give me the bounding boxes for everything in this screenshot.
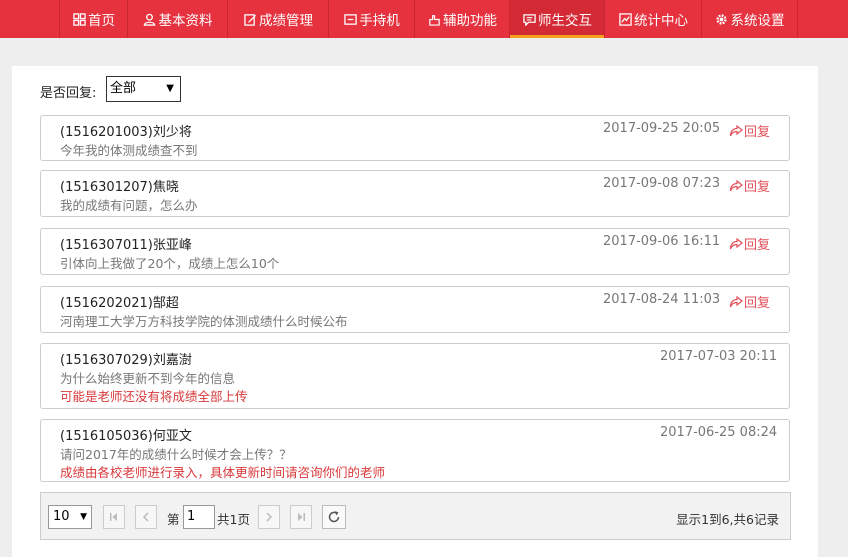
message-question: 今年我的体测成绩查不到 [60,143,198,158]
message-answer: 成绩由各校老师进行录入，具体更新时间请咨询你们的老师 [60,465,386,480]
reply-button[interactable]: 回复 [729,121,770,140]
prev-page-button[interactable] [135,505,157,529]
gear-icon [715,12,729,26]
message-item: (1516105036)何亚文 2017-06-25 08:24 请问2017年… [40,419,790,482]
caret-down-icon: ▼ [166,83,174,94]
reply-label: 回复 [744,238,771,253]
nav-item-label: 系统设置 [730,13,785,29]
reply-button[interactable]: 回复 [729,292,770,311]
nav-item-label: 手持机 [359,13,400,29]
chevron-left-icon [142,512,149,522]
edit-icon [243,12,257,26]
message-time: 2017-09-25 20:05 [603,121,721,136]
device-icon [343,12,357,26]
nav-item-handheld[interactable]: 手持机 [328,0,414,38]
message-student: (1516301207)焦晓 [60,180,179,195]
message-time: 2017-07-03 20:11 [660,349,778,364]
nav-item-label: 首页 [88,13,115,29]
message-student: (1516307029)刘嘉澍 [60,353,192,368]
chevron-right-icon [266,512,273,522]
page-size-select[interactable]: 10 ▼ [48,505,92,529]
nav-item-grades[interactable]: 成绩管理 [227,0,328,38]
nav-item-label: 辅助功能 [443,13,497,29]
reply-label: 回复 [744,180,771,195]
nav-item-label: 成绩管理 [259,13,313,29]
nav-item-home[interactable]: 首页 [59,0,127,38]
nav-item-settings[interactable]: 系统设置 [701,0,798,38]
message-student: (1516105036)何亚文 [60,429,192,444]
refresh-button[interactable] [322,505,346,529]
reply-label: 回复 [744,296,771,311]
user-icon [143,12,157,26]
caret-down-icon: ▼ [80,512,87,522]
first-page-button[interactable] [103,505,125,529]
message-student: (1516202021)郜超 [60,296,179,311]
message-time: 2017-09-08 07:23 [603,176,721,191]
first-page-icon [110,513,117,521]
reply-button[interactable]: 回复 [729,176,770,195]
message-question: 请问2017年的成绩什么时候才会上传？？ [60,447,292,462]
nav-item-basic-info[interactable]: 基本资料 [127,0,227,38]
reply-filter-value: 全部 [110,81,137,96]
message-answer: 可能是老师还没有将成绩全部上传 [60,389,248,404]
message-item: (1516202021)郜超 2017-08-24 11:03 河南理工大学万方… [40,286,790,333]
reply-arrow-icon [729,124,743,136]
nav-item-label: 统计中心 [634,13,688,29]
current-page-input[interactable]: 1 [183,505,215,529]
nav-item-label: 师生交互 [538,13,592,29]
reply-filter-label: 是否回复: [40,86,97,101]
page-size-value: 10 [53,509,70,524]
reply-button[interactable]: 回复 [729,234,770,253]
message-student: (1516307011)张亚峰 [60,238,192,253]
reply-arrow-icon [729,179,743,191]
nav-item-label: 基本资料 [158,13,213,29]
message-time: 2017-08-24 11:03 [603,292,721,307]
message-item: (1516307011)张亚峰 2017-09-06 16:11 引体向上我做了… [40,228,790,275]
refresh-icon [328,511,340,523]
top-navbar: 首页 基本资料 成绩管理 手持机 辅助功能 师生交互 统计中心 系统设置 [0,0,848,38]
message-question: 河南理工大学万方科技学院的体测成绩什么时候公布 [60,314,348,329]
page-prefix-label: 第 [167,512,180,527]
last-page-button[interactable] [290,505,312,529]
records-summary: 显示1到6,共6记录 [676,512,779,527]
reply-filter-select[interactable]: 全部 ▼ [106,76,181,102]
message-item: (1516201003)刘少将 2017-09-25 20:05 今年我的体测成… [40,115,790,161]
message-time: 2017-06-25 08:24 [660,425,778,440]
nav-item-statistics[interactable]: 统计中心 [604,0,701,38]
grid-icon [72,12,86,26]
reply-label: 回复 [744,125,771,140]
pagination-bar: 10 ▼ 第 1 共1页 显示1到6,共6记录 [40,492,791,540]
message-item: (1516307029)刘嘉澍 2017-07-03 20:11 为什么始终更新… [40,343,790,409]
chat-icon [522,12,536,26]
nav-item-auxiliary[interactable]: 辅助功能 [414,0,509,38]
message-question: 引体向上我做了20个，成绩上怎么10个 [60,256,280,271]
message-student: (1516201003)刘少将 [60,125,192,140]
message-item: (1516301207)焦晓 2017-09-08 07:23 我的成绩有问题，… [40,170,790,217]
chart-icon [618,12,632,26]
message-question: 为什么始终更新不到今年的信息 [60,371,236,386]
reply-arrow-icon [729,295,743,307]
next-page-button[interactable] [258,505,280,529]
last-page-icon [298,513,305,521]
nav-item-interaction[interactable]: 师生交互 [509,0,604,38]
total-pages-label: 共1页 [217,512,250,527]
message-question: 我的成绩有问题，怎么办 [60,198,198,213]
message-time: 2017-09-06 16:11 [603,234,721,249]
reply-arrow-icon [729,237,743,249]
hand-icon [427,12,441,26]
